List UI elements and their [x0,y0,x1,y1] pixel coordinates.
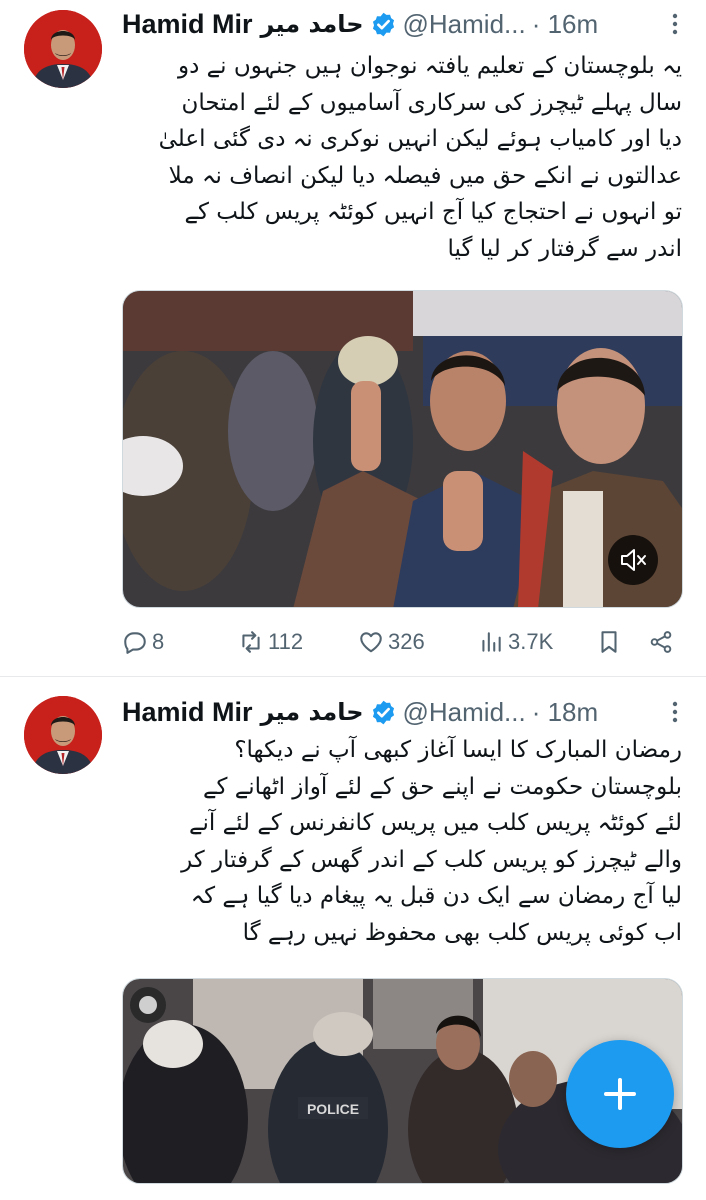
author-name-urdu[interactable]: حامد میر [261,10,364,38]
view-count: 3.7K [508,629,554,654]
author-handle[interactable]: @Hamid... [403,697,526,728]
more-vertical-icon[interactable] [662,699,688,725]
retweet-button[interactable]: 112 [238,622,358,662]
bookmark-icon [601,631,617,653]
author-name-urdu[interactable]: حامد میر [261,698,364,726]
tweet-timestamp[interactable]: · 16m [532,9,598,40]
tweet-text: یہ بلوچستان کے تعلیم یافتہ نوجوان ہیں جن… [122,48,682,267]
volume-muted-icon [621,549,646,571]
tweet-text-line: بلوچستان حکومت نے اپنے حق کے لئے آواز اٹ… [202,773,682,800]
tweet-video[interactable] [122,290,683,608]
more-vertical-icon[interactable] [662,11,688,37]
tweet-text-line: تو انہوں نے احتجاج کیا آج انہیں کوئٹہ پر… [184,199,682,225]
tweet-text-line: لئے کوئٹہ پریس کلب میں پریس کانفرنس کے ل… [189,810,682,836]
reply-icon [124,632,146,654]
tweet-text-line: رمضان المبارک کا ایسا آغاز کبھی آپ نے دی… [234,737,682,763]
author-avatar[interactable] [24,10,102,88]
tweet-text-line: عدالتوں نے انکے حق میں فیصلہ دیا لیکن ان… [168,162,682,189]
author-handle[interactable]: @Hamid... [403,9,526,40]
views-chart-icon [482,632,501,652]
tweet-header: Hamid Mir حامد میر @Hamid... · 16m [122,4,688,44]
tweet-text-line: اب کوئی پریس کلب بھی محفوظ نہیں رہے گا [242,919,682,946]
tweet-text-line: دیا اور کامیاب ہوئے لیکن انہیں نوکری نہ … [158,126,682,152]
tweet-header: Hamid Mir حامد میر @Hamid... · 18m [122,692,688,732]
avatar-image [24,10,102,88]
tweet-actions: 8 112 326 3.7K [122,622,682,662]
plus-icon [604,1078,636,1110]
reply-count: 8 [152,629,165,654]
like-button[interactable]: 326 [358,622,478,662]
heart-icon [360,632,382,653]
like-count: 326 [388,629,425,654]
police-vest-text: POLICE [307,1101,359,1117]
avatar-image [24,696,102,774]
author-avatar[interactable] [24,696,102,774]
tweet-text: رمضان المبارک کا ایسا آغاز کبھی آپ نے دی… [122,732,682,951]
bookmark-button[interactable] [596,622,648,662]
reply-button[interactable]: 8 [122,622,238,662]
tweet-text-line: والے ٹیچرز کو پریس کلب کے اندر گھس کے گر… [181,846,682,873]
retweet-count: 112 [268,629,304,654]
views-button[interactable]: 3.7K [478,622,596,662]
author-name[interactable]: Hamid Mir [122,9,253,40]
tweet-text-line: لیا آج رمضان سے ایک دن قبل یہ پیغام دیا … [190,883,682,909]
tweet-text-line: یہ بلوچستان کے تعلیم یافتہ نوجوان ہیں جن… [178,53,682,79]
tweet-card[interactable]: Hamid Mir حامد میر @Hamid... · 16m یہ بل… [0,0,706,676]
author-name[interactable]: Hamid Mir [122,697,253,728]
tweet-timestamp[interactable]: · 18m [532,697,598,728]
verified-badge-icon [370,699,397,726]
share-icon [650,631,672,653]
share-button[interactable] [648,622,678,662]
tweet-text-line: اندر سے گرفتار کر لیا گیا [447,235,682,262]
compose-tweet-button[interactable] [566,1040,674,1148]
tweet-text-line: سال پہلے ٹیچرز کی سرکاری آسامیوں کے لئے … [181,89,682,116]
retweet-icon [242,631,260,653]
mute-button[interactable] [608,535,658,585]
verified-badge-icon [370,11,397,38]
video-frame [123,291,682,607]
